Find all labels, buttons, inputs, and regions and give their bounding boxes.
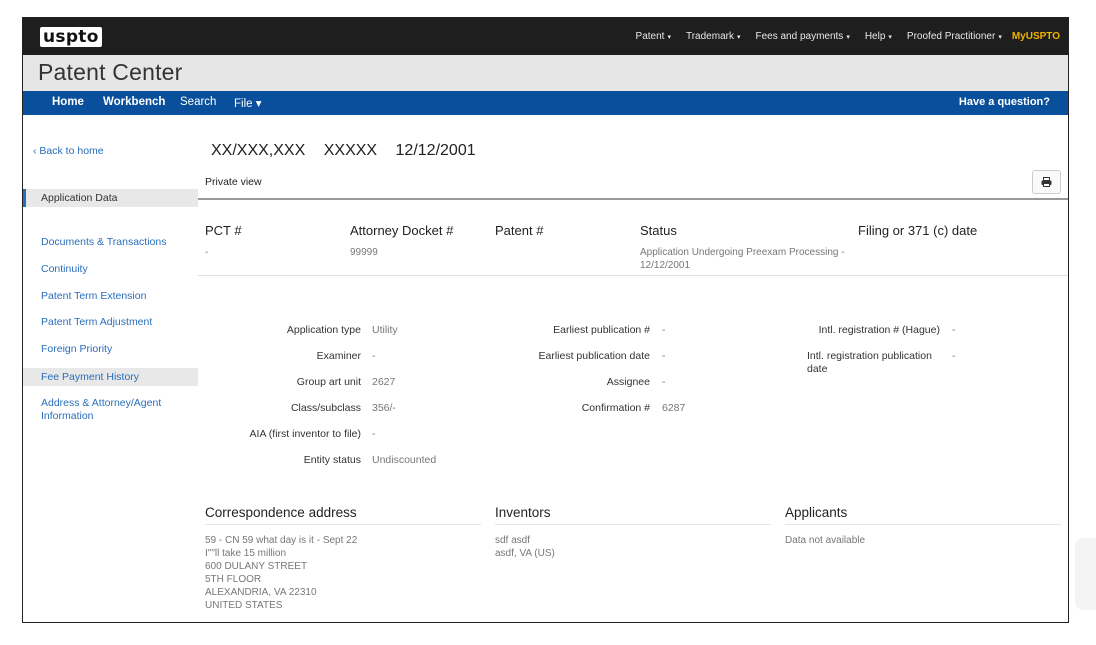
inventors-list: sdf asdf asdf, VA (US) — [495, 535, 555, 559]
feedback-tab[interactable] — [1075, 538, 1096, 610]
application-header: XX/XXX,XXX XXXXX 12/12/2001 — [211, 142, 490, 160]
group-art-unit-label: Group art unit — [296, 376, 361, 388]
status-label: Status — [640, 223, 677, 238]
nav-proofed-practitioner[interactable]: Proofed Practitioner ▾ — [907, 31, 1002, 42]
inventors-section: Inventors sdf asdf asdf, VA (US) — [495, 505, 771, 560]
entity-status-label: Entity status — [303, 454, 361, 466]
nav-trademark[interactable]: Trademark ▾ — [686, 31, 741, 42]
nav-help[interactable]: Help ▾ — [865, 31, 892, 42]
aia-label: AIA (first inventor to file) — [249, 428, 361, 440]
docket-column: Attorney Docket # 99999 — [350, 223, 453, 259]
application-date: 12/12/2001 — [395, 142, 476, 159]
application-type-value: Utility — [372, 324, 398, 336]
chevron-down-icon: ▾ — [888, 34, 892, 41]
patent-column: Patent # — [495, 223, 543, 246]
private-view-label: Private view — [205, 176, 262, 188]
applicants-title: Applicants — [785, 505, 1061, 525]
confirmation-number-label: Confirmation # — [581, 402, 650, 414]
chevron-down-icon: ▾ — [255, 98, 262, 110]
nav-home[interactable]: Home — [52, 96, 84, 108]
intl-registration-publication-date-value: - — [952, 350, 956, 362]
sidebar-item-foreign-priority[interactable]: Foreign Priority — [23, 343, 198, 356]
inventors-title: Inventors — [495, 505, 771, 525]
application-name: XXXXX — [323, 142, 378, 159]
title-band: Patent Center — [23, 55, 1068, 91]
sidebar-item-continuity[interactable]: Continuity — [23, 263, 198, 276]
main-nav: Home Workbench Search File ▾ Have a ques… — [23, 91, 1068, 115]
summary-divider — [198, 275, 1068, 276]
examiner-label: Examiner — [316, 350, 361, 362]
intl-registration-publication-date-label: Intl. registration publication date — [807, 350, 932, 375]
page-title: Patent Center — [38, 59, 183, 85]
intl-registration-label: Intl. registration # (Hague) — [818, 324, 940, 336]
nav-fees-and-payments[interactable]: Fees and payments ▾ — [755, 31, 849, 42]
applicants-section: Applicants Data not available — [785, 505, 1061, 547]
correspondence-title: Correspondence address — [205, 505, 481, 525]
browser-frame: uspto Patent ▾ Trademark ▾ Fees and paymen… — [22, 17, 1069, 623]
print-button[interactable] — [1032, 170, 1061, 194]
sidebar-item-fee-payment-history[interactable]: Fee Payment History — [23, 368, 198, 386]
chevron-down-icon: ▾ — [667, 34, 671, 41]
assignee-value: - — [662, 376, 666, 388]
earliest-publication-date-value: - — [662, 350, 666, 362]
back-to-home-link[interactable]: ‹ Back to home — [33, 145, 104, 157]
docket-label: Attorney Docket # — [350, 223, 454, 238]
intl-registration-value: - — [952, 324, 956, 336]
status-column: Status Application Undergoing Preexam Pr… — [640, 223, 855, 272]
nav-workbench[interactable]: Workbench — [103, 96, 165, 108]
entity-status-value: Undiscounted — [372, 454, 437, 466]
pct-column: PCT # - — [205, 223, 242, 259]
nav-file[interactable]: File ▾ — [234, 96, 262, 110]
correspondence-address: 59 - CN 59 what day is it - Sept 22 I""l… — [205, 535, 358, 611]
uspto-logo[interactable]: uspto — [40, 27, 102, 47]
filing-date-label: Filing or 371 (c) date — [858, 223, 978, 238]
nav-myuspto[interactable]: MyUSPTO — [1012, 31, 1060, 42]
application-number: XX/XXX,XXX — [211, 142, 306, 159]
patent-label: Patent # — [495, 223, 544, 238]
assignee-label: Assignee — [606, 376, 650, 388]
earliest-publication-date-label: Earliest publication date — [538, 350, 651, 362]
main-content: XX/XXX,XXX XXXXX 12/12/2001 Private view… — [198, 115, 1068, 622]
header-divider — [198, 198, 1068, 200]
sidebar-item-documents-transactions[interactable]: Documents & Transactions — [23, 236, 198, 249]
chevron-down-icon: ▾ — [846, 34, 850, 41]
sidebar-item-address-attorney[interactable]: Address & Attorney/Agent Information — [23, 397, 173, 423]
aia-value: - — [372, 428, 376, 440]
nav-patent[interactable]: Patent ▾ — [636, 31, 671, 42]
global-header: uspto Patent ▾ Trademark ▾ Fees and paymen… — [23, 18, 1068, 55]
sidebar: ‹ Back to home Application Data Document… — [23, 115, 198, 622]
examiner-value: - — [372, 350, 376, 362]
confirmation-number-value: 6287 — [662, 402, 686, 414]
have-a-question-link[interactable]: Have a question? — [959, 96, 1050, 108]
sidebar-item-application-data[interactable]: Application Data — [23, 189, 198, 207]
class-subclass-value: 356/- — [372, 402, 396, 414]
chevron-down-icon: ▾ — [736, 34, 741, 41]
pct-value: - — [205, 247, 209, 258]
global-nav: Patent ▾ Trademark ▾ Fees and payments ▾ He… — [621, 18, 1060, 55]
applicants-list: Data not available — [785, 535, 866, 546]
docket-value: 99999 — [350, 247, 378, 258]
application-type-label: Application type — [286, 324, 361, 336]
nav-search[interactable]: Search — [180, 96, 216, 108]
pct-label: PCT # — [205, 223, 242, 238]
sidebar-item-patent-term-adjustment[interactable]: Patent Term Adjustment — [23, 316, 198, 329]
sidebar-item-patent-term-extension[interactable]: Patent Term Extension — [23, 290, 198, 303]
earliest-publication-label: Earliest publication # — [553, 324, 650, 336]
class-subclass-label: Class/subclass — [290, 402, 361, 414]
correspondence-section: Correspondence address 59 - CN 59 what d… — [205, 505, 481, 612]
filing-column: Filing or 371 (c) date - — [858, 223, 977, 238]
print-icon — [1041, 177, 1052, 187]
earliest-publication-value: - — [662, 324, 666, 336]
chevron-down-icon: ▾ — [998, 34, 1002, 41]
status-value: Application Undergoing Preexam Processin… — [640, 247, 845, 271]
group-art-unit-value: 2627 — [372, 376, 396, 388]
